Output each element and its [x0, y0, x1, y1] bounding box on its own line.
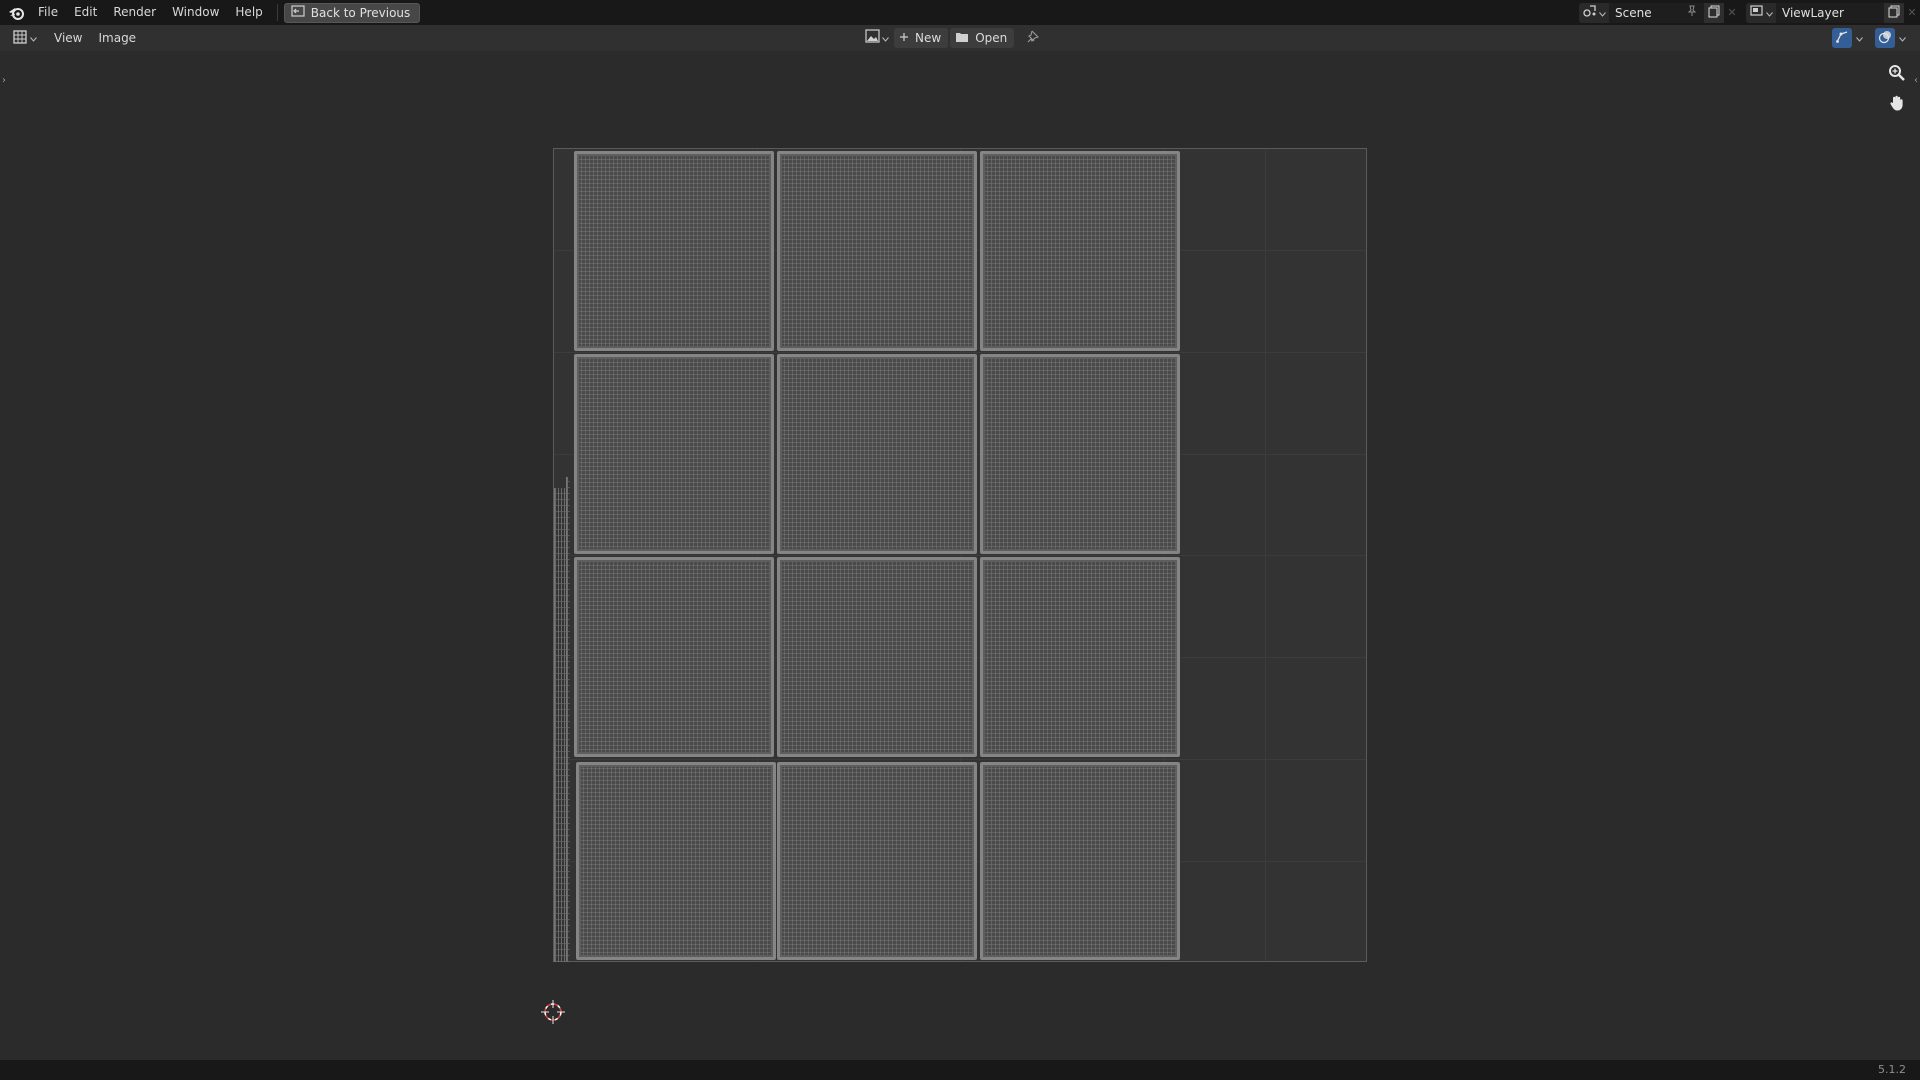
uv-editor-header: View Image New Open — [0, 25, 1920, 51]
back-to-previous-label: Back to Previous — [310, 5, 411, 20]
uv-island[interactable] — [574, 354, 774, 554]
uv-island[interactable] — [777, 354, 977, 554]
close-icon: ✕ — [1907, 6, 1917, 19]
scene-name-field[interactable]: Scene — [1609, 2, 1704, 23]
uv-island[interactable] — [777, 557, 977, 757]
scene-selector-dropdown[interactable] — [1579, 2, 1609, 23]
image-datablock-controls: New Open — [862, 28, 1044, 48]
sidebar-expand-arrow-icon[interactable]: ‹ — [1914, 75, 1918, 86]
close-icon: ✕ — [1727, 6, 1737, 19]
uv-grid-line — [554, 352, 1366, 353]
duplicate-icon — [1887, 4, 1901, 21]
uv-island-strip[interactable] — [566, 477, 570, 962]
chevron-down-icon[interactable] — [1899, 31, 1906, 45]
new-scene-button[interactable] — [1704, 2, 1724, 23]
chevron-down-icon[interactable] — [1856, 31, 1863, 45]
menu-render[interactable]: Render — [105, 0, 164, 25]
new-view-layer-button[interactable] — [1884, 2, 1904, 23]
header-right-tools — [1832, 28, 1906, 48]
open-image-label: Open — [975, 31, 1008, 45]
gizmo-toggle-button[interactable] — [1832, 28, 1852, 48]
gizmo-icon — [1835, 30, 1849, 47]
menu-view[interactable]: View — [46, 25, 90, 51]
pin-icon[interactable] — [1686, 3, 1698, 23]
new-image-label: New — [915, 31, 942, 45]
menu-image[interactable]: Image — [90, 25, 144, 51]
hand-icon — [1888, 94, 1906, 115]
uv-island[interactable] — [576, 762, 776, 960]
uv-editor-icon — [13, 29, 28, 47]
menu-file[interactable]: File — [30, 0, 66, 25]
view-layer-icon — [1749, 4, 1765, 21]
pin-image-button[interactable] — [1022, 28, 1044, 48]
2d-cursor-icon[interactable] — [541, 1000, 565, 1024]
uv-island[interactable] — [980, 762, 1180, 960]
delete-view-layer-button[interactable]: ✕ — [1904, 3, 1920, 23]
top-menu-bar: File Edit Render Window Help Back to Pre… — [0, 0, 1920, 25]
uv-island[interactable] — [980, 557, 1180, 757]
chevron-down-icon — [30, 31, 37, 45]
menu-window[interactable]: Window — [164, 0, 227, 25]
pan-gizmo-button[interactable] — [1886, 93, 1908, 115]
uv-island[interactable] — [777, 762, 977, 960]
toolbar-expand-arrow-icon[interactable]: › — [2, 75, 6, 86]
overlay-toggle-button[interactable] — [1875, 28, 1895, 48]
chevron-down-icon — [1766, 6, 1773, 20]
scene-icon — [1582, 4, 1598, 21]
scene-name: Scene — [1615, 5, 1652, 20]
view-layer-name-field[interactable]: ViewLayer — [1776, 2, 1884, 23]
zoom-gizmo-button[interactable] — [1886, 63, 1908, 85]
uv-island[interactable] — [980, 151, 1180, 351]
view-layer-selector-dropdown[interactable] — [1746, 2, 1776, 23]
uv-image-bounds[interactable] — [553, 148, 1367, 962]
view-layer-name: ViewLayer — [1782, 5, 1844, 20]
chevron-down-icon — [882, 31, 889, 45]
back-to-previous-button[interactable]: Back to Previous — [283, 2, 421, 23]
image-browse-icon — [865, 29, 881, 47]
uv-island-strip[interactable] — [554, 488, 566, 962]
uv-grid-line — [554, 759, 1366, 760]
menu-help[interactable]: Help — [227, 0, 270, 25]
menu-edit[interactable]: Edit — [66, 0, 105, 25]
uv-editor-viewport[interactable]: › ‹ — [0, 51, 1920, 1060]
uv-island[interactable] — [980, 354, 1180, 554]
delete-scene-button[interactable]: ✕ — [1724, 3, 1740, 23]
new-image-button[interactable]: New — [894, 28, 949, 48]
folder-icon — [955, 31, 969, 46]
uv-island[interactable] — [777, 151, 977, 351]
workspace-selectors: Scene ✕ ViewLayer ✕ — [1579, 0, 1920, 25]
uv-island[interactable] — [574, 557, 774, 757]
status-bar: 5.1.2 — [0, 1060, 1920, 1080]
version-label: 5.1.2 — [1878, 1063, 1906, 1076]
duplicate-icon — [1707, 4, 1721, 21]
plus-icon — [899, 31, 909, 45]
pin-icon — [1027, 30, 1040, 46]
open-image-button[interactable]: Open — [950, 28, 1015, 48]
overlay-icon — [1878, 30, 1892, 47]
uv-island[interactable] — [574, 151, 774, 351]
editor-type-dropdown[interactable] — [10, 28, 40, 48]
image-browse-dropdown[interactable] — [862, 28, 892, 48]
chevron-down-icon — [1599, 6, 1606, 20]
zoom-icon — [1888, 64, 1906, 85]
menu-separator — [276, 4, 278, 21]
uv-grid-line — [554, 555, 1366, 556]
blender-logo-icon[interactable] — [2, 0, 30, 25]
back-to-previous-icon — [291, 5, 305, 20]
